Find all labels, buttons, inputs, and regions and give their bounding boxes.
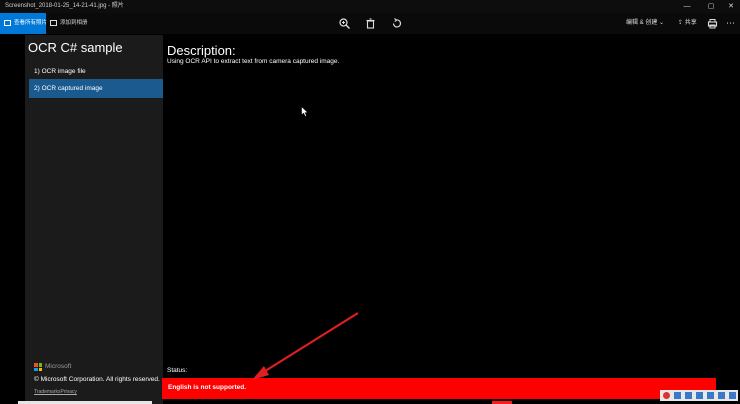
input-method-icon[interactable]: [663, 392, 670, 399]
copyright-text: © Microsoft Corporation. All rights rese…: [34, 376, 160, 383]
album-icon: [50, 19, 57, 26]
share-button[interactable]: ⇪ 共享: [678, 13, 697, 34]
see-all-photos-label: 查看所有照片: [14, 20, 48, 26]
share-label: 共享: [684, 20, 697, 26]
mouse-cursor-icon: [301, 106, 309, 117]
tray-icon[interactable]: [674, 392, 681, 399]
scenario-ocr-captured-image[interactable]: 2) OCR captured image: [29, 79, 163, 98]
tray-icon[interactable]: [685, 392, 692, 399]
tray-icon[interactable]: [718, 392, 725, 399]
zoom-icon[interactable]: [338, 17, 351, 30]
description-heading: Description:: [167, 43, 236, 58]
maximize-button[interactable]: ▢: [704, 0, 718, 13]
status-label: Status:: [167, 367, 188, 374]
privacy-link[interactable]: Privacy: [61, 389, 77, 395]
sample-sidebar: OCR C# sample 1) OCR image file 2) OCR c…: [25, 35, 163, 404]
add-to-album-label: 添加到相册: [60, 20, 88, 26]
description-text: Using OCR API to extract text from camer…: [167, 58, 340, 65]
tray-icon[interactable]: [696, 392, 703, 399]
add-to-album-button[interactable]: 添加到相册: [50, 13, 88, 34]
see-all-photos-button[interactable]: 查看所有照片: [0, 13, 48, 34]
window-titlebar: Screenshot_2018-01-25_14-21-41.jpg - 照片 …: [0, 0, 740, 13]
footer-links: TrademarksPrivacy: [34, 389, 77, 395]
microsoft-brand-text: Microsoft: [45, 363, 72, 370]
microsoft-logo-icon: [34, 363, 42, 371]
edit-create-label: 编辑 & 创建: [626, 20, 658, 26]
close-button[interactable]: ✕: [724, 0, 738, 13]
share-icon: ⇪: [678, 20, 684, 26]
print-icon[interactable]: [706, 17, 719, 30]
photos-toolbar: 查看所有照片 添加到相册 编辑 & 创建 ⌄ ⇪ 共享 ⋯: [0, 13, 740, 34]
window-title: Screenshot_2018-01-25_14-21-41.jpg - 照片: [5, 3, 124, 9]
tray-icon[interactable]: [707, 392, 714, 399]
system-tray: [660, 390, 738, 401]
more-options-icon[interactable]: ⋯: [726, 17, 739, 30]
photos-icon: [4, 20, 11, 26]
status-bar: English is not supported.: [162, 378, 716, 399]
tray-icon[interactable]: [729, 392, 736, 399]
edit-create-button[interactable]: 编辑 & 创建 ⌄: [626, 13, 664, 34]
trademarks-link[interactable]: Trademarks: [34, 389, 61, 395]
minimize-button[interactable]: —: [680, 0, 694, 13]
status-message: English is not supported.: [168, 384, 246, 391]
chevron-down-icon: ⌄: [659, 20, 665, 26]
delete-icon[interactable]: [364, 17, 377, 30]
app-title: OCR C# sample: [28, 40, 123, 55]
rotate-icon[interactable]: [390, 17, 403, 30]
